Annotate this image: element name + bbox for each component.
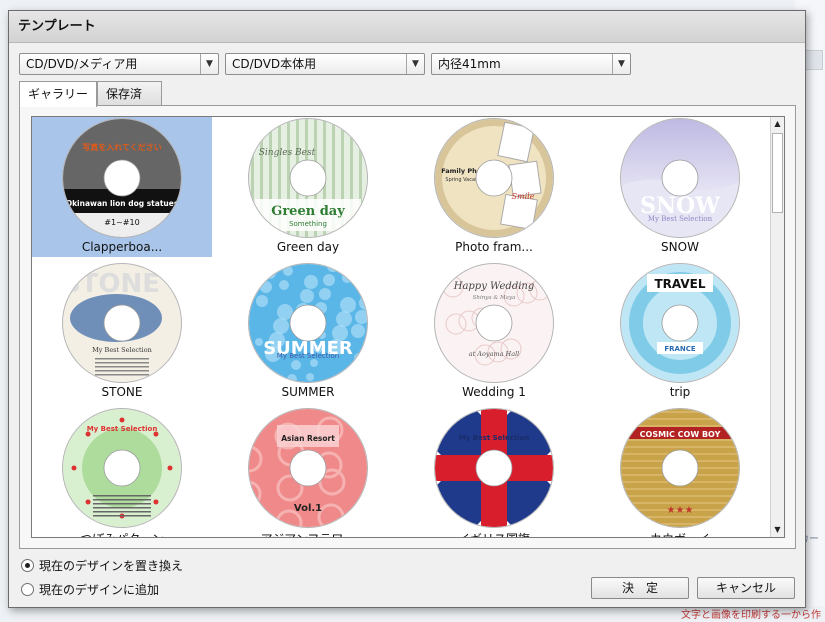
template-item-label: SUMMER (281, 385, 335, 399)
svg-text:at Aoyama Hall: at Aoyama Hall (469, 350, 520, 358)
svg-text:Asian Resort: Asian Resort (281, 434, 335, 443)
radio-unchecked-icon[interactable] (21, 583, 34, 596)
svg-text:My Best Selection: My Best Selection (648, 215, 713, 223)
disc-thumbnail: SUMMERMy Best Selection (248, 263, 368, 383)
scroll-up-icon[interactable]: ▲ (771, 117, 784, 131)
svg-text:写真を入れてください: 写真を入れてください (82, 142, 162, 152)
replace-design-option[interactable]: 現在のデザインを置き換え (21, 557, 183, 575)
template-item[interactable]: TRAVEL FRANCE trip (590, 262, 770, 402)
template-item-label: つぼみパターン (32, 530, 212, 537)
radio-checked-icon[interactable] (21, 559, 34, 572)
disc-thumbnail: My Best Selection (62, 408, 182, 528)
template-item[interactable]: Happy Wedding Shinya & Maya at Aoyama Hall… (404, 262, 584, 402)
svg-text:#1~#10: #1~#10 (104, 218, 139, 227)
template-item[interactable]: Asian Resort Vol.1 アジアンフラワー (218, 407, 398, 537)
svg-text:My Best Selection: My Best Selection (92, 346, 152, 354)
dialog-title: テンプレート (9, 11, 805, 43)
svg-text:Smile: Smile (512, 192, 535, 201)
svg-text:Shinya & Maya: Shinya & Maya (473, 295, 516, 301)
svg-text:Singles Best: Singles Best (259, 148, 316, 158)
template-item[interactable]: 写真を入れてください Okinawan lion dog statues #1~#1… (32, 117, 212, 257)
template-item[interactable]: SNOW My Best Selection SNOW (590, 117, 770, 257)
template-item[interactable]: STONE My Best Selection STONE (32, 262, 212, 402)
background-bottom-text: 文字と画像を印刷する一から作 (681, 610, 821, 621)
chevron-down-icon[interactable]: ▼ (200, 54, 218, 74)
disc-thumbnail: My Best Selection (434, 408, 554, 528)
disc-type-select[interactable]: CD/DVD本体用 ▼ (225, 53, 425, 75)
disc-thumbnail: TRAVEL FRANCE (620, 263, 740, 383)
template-item[interactable]: My Best Selection つぼみパターン (32, 407, 212, 537)
disc-thumbnail: SNOWMy Best Selection (620, 118, 740, 238)
template-item-label: STONE (101, 385, 143, 399)
svg-text:FRANCE: FRANCE (664, 345, 696, 353)
ok-button[interactable]: 決 定 (591, 577, 689, 599)
template-item[interactable]: Family Photo Spring Vacation Smile Photo fr… (404, 117, 584, 257)
svg-text:Green day: Green day (271, 204, 345, 219)
template-item-label: Green day (276, 240, 340, 254)
inner-diameter-select[interactable]: 内径41mm ▼ (431, 53, 631, 75)
inner-diameter-value: 内径41mm (438, 57, 501, 71)
disc-thumbnail: Family PhotoSpring VacationSmile (434, 118, 554, 238)
template-item[interactable]: Singles Best Green day Something Green day (218, 117, 398, 257)
disc-thumbnail: COSMIC COW BOY ★★★ (620, 408, 740, 528)
tab-saved[interactable]: 保存済み (97, 81, 162, 125)
svg-text:Happy Wedding: Happy Wedding (453, 281, 535, 292)
cancel-button[interactable]: キャンセル (697, 577, 795, 599)
media-type-select[interactable]: CD/DVD/メディア用 ▼ (19, 53, 219, 75)
template-dialog: テンプレート CD/DVD/メディア用 ▼ CD/DVD本体用 ▼ 内径41mm… (8, 10, 806, 608)
vertical-scrollbar[interactable]: ▲ ▼ (770, 117, 784, 537)
template-gallery[interactable]: COSMIC COW BOY ★★★ カウボーイ My Best Selection イ… (31, 116, 785, 538)
svg-text:COSMIC COW BOY: COSMIC COW BOY (640, 430, 721, 439)
svg-text:Something: Something (289, 220, 327, 228)
disc-type-value: CD/DVD本体用 (232, 57, 317, 71)
disc-thumbnail: Asian Resort Vol.1 (248, 408, 368, 528)
background-toolbar-button (803, 50, 823, 70)
template-item-label: SNOW (661, 240, 699, 254)
disc-thumbnail: STONEMy Best Selection (62, 263, 182, 383)
svg-text:My Best Selection: My Best Selection (277, 352, 339, 360)
replace-design-label: 現在のデザインを置き換え (39, 559, 184, 573)
disc-thumbnail: Happy Wedding Shinya & Maya at Aoyama Hall (434, 263, 554, 383)
template-item-label: アジアンフラワー (218, 530, 398, 537)
svg-text:Vol.1: Vol.1 (294, 503, 322, 514)
template-item-label: イギリス国旗 (404, 530, 584, 537)
disc-thumbnail: Singles Best Green daySomething (248, 118, 368, 238)
add-design-option[interactable]: 現在のデザインに追加 (21, 581, 159, 599)
scrollbar-thumb[interactable] (772, 133, 783, 213)
template-item[interactable]: My Best Selection イギリス国旗 (404, 407, 584, 537)
template-item-label: カウボーイ (590, 530, 770, 537)
tab-gallery[interactable]: ギャラリー (19, 81, 97, 107)
chevron-down-icon[interactable]: ▼ (612, 54, 630, 74)
template-item-label: Wedding 1 (462, 385, 526, 399)
chevron-down-icon[interactable]: ▼ (406, 54, 424, 74)
svg-text:★★★: ★★★ (667, 505, 694, 516)
gallery-panel: COSMIC COW BOY ★★★ カウボーイ My Best Selection イ… (19, 105, 796, 549)
disc-thumbnail: 写真を入れてください Okinawan lion dog statues #1~#1… (62, 118, 182, 238)
svg-text:My Best Selection: My Best Selection (87, 425, 158, 433)
media-type-value: CD/DVD/メディア用 (26, 57, 138, 71)
svg-text:Okinawan lion dog statues: Okinawan lion dog statues (66, 199, 179, 208)
template-item[interactable]: SUMMER My Best Selection SUMMER (218, 262, 398, 402)
add-design-label: 現在のデザインに追加 (39, 583, 160, 597)
svg-text:TRAVEL: TRAVEL (654, 277, 705, 291)
template-item-label: Photo fram... (455, 240, 533, 254)
template-item-label: trip (669, 385, 691, 399)
background-app-bottom: 文字と画像を印刷する一から作 (0, 606, 825, 622)
template-item-label: Clapperboa... (81, 240, 163, 254)
svg-text:My Best Selection: My Best Selection (459, 434, 530, 442)
scroll-down-icon[interactable]: ▼ (771, 523, 784, 537)
template-item[interactable]: COSMIC COW BOY ★★★ カウボーイ (590, 407, 770, 537)
